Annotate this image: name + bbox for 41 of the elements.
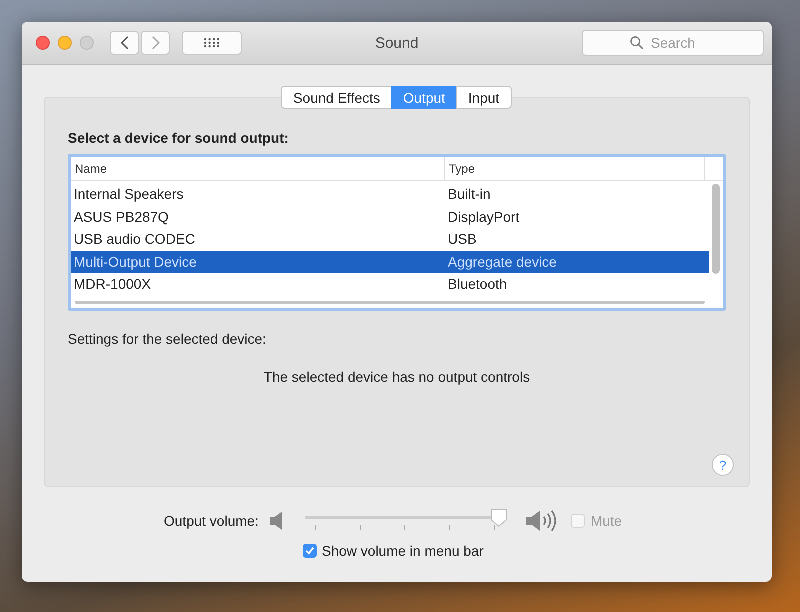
chevron-left-icon (120, 36, 130, 50)
table-cell-text: Aggregate device (447, 254, 558, 270)
window-title: Sound (375, 34, 419, 52)
table-row[interactable]: USB audio CODEC USB (71, 228, 709, 250)
speaker-low-icon (268, 511, 285, 531)
table-cell-text: USB (447, 231, 478, 248)
status-message: The selected device has no output controls (262, 369, 532, 385)
section-heading: Select a device for sound output: (68, 130, 290, 146)
table-row[interactable]: Multi-Output Device Aggregate device (71, 250, 709, 273)
table-cell-text: Built-in (447, 186, 492, 202)
table-cell-text: USB audio CODEC (73, 231, 196, 248)
checkbox-label: Show volume in menu bar (322, 543, 484, 559)
search-icon (630, 36, 644, 50)
vertical-scrollbar[interactable] (712, 184, 720, 274)
show-all-button[interactable] (182, 31, 242, 55)
back-button[interactable] (110, 31, 139, 55)
close-icon[interactable] (36, 36, 50, 50)
column-header[interactable]: Type (445, 157, 705, 180)
table-cell-text: Internal Speakers (73, 186, 185, 202)
settings-label: Settings for the selected device: (68, 331, 268, 347)
minimize-icon[interactable] (58, 36, 72, 50)
zoom-icon (80, 36, 94, 50)
table-cell-text: ASUS PB287Q (73, 208, 170, 225)
table-row[interactable]: MDR-1000X Bluetooth (71, 273, 709, 296)
tab[interactable]: Sound Effects (281, 86, 392, 109)
table-cell-text: Multi-Output Device (73, 254, 198, 270)
table-row[interactable]: ASUS PB287Q DisplayPort (71, 206, 709, 228)
horizontal-scrollbar[interactable] (75, 300, 705, 304)
mute-label: Mute (590, 513, 622, 529)
volume-label: Output volume: (164, 513, 259, 529)
table-row[interactable]: Internal Speakers Built-in (71, 183, 709, 206)
chevron-right-icon (150, 36, 160, 50)
grid-icon (204, 38, 220, 48)
menu-bar-checkbox[interactable] (303, 544, 317, 558)
table-cell-text: DisplayPort (447, 208, 521, 225)
slider-thumb[interactable] (490, 508, 508, 528)
search-field[interactable]: Search (582, 30, 764, 56)
table-cell-text: MDR-1000X (73, 276, 152, 292)
column-header[interactable]: Name (71, 157, 445, 180)
tab[interactable]: Input (456, 86, 512, 109)
table-cell-text: Bluetooth (447, 276, 508, 292)
